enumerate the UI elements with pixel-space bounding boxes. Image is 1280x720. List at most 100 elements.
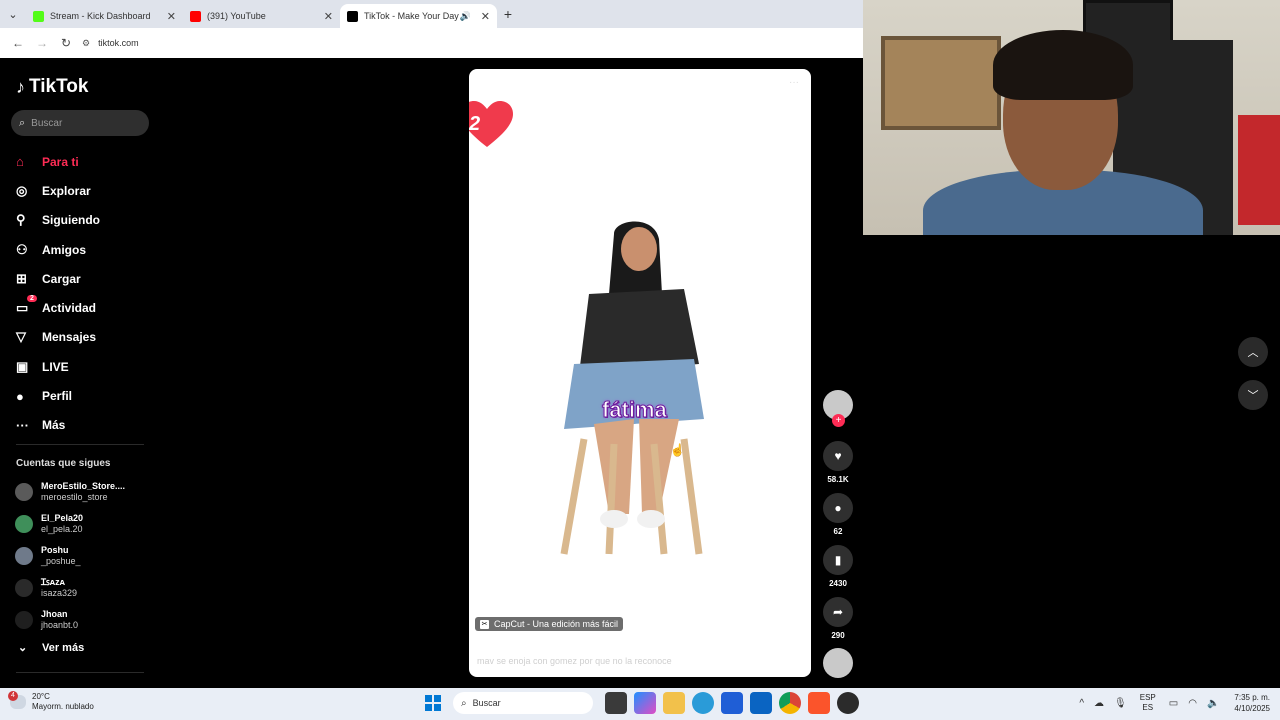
divider [16,672,144,673]
see-more-button[interactable]: ⌄ Ver más [18,641,85,655]
account-name: MeroEstilo_Store.... [41,481,126,491]
next-video-button[interactable]: ﹀ [1238,380,1268,410]
notification-badge: 4 [8,691,18,701]
list-item[interactable]: MeroEstilo_Store.... meroestilo_store [15,476,125,508]
volume-icon[interactable]: 🔈 [1207,698,1219,709]
forward-icon[interactable]: → [30,36,54,50]
creator-avatar-button[interactable]: + [822,390,854,427]
home-icon: ⌂ [16,154,24,170]
search-icon: ⌕ [461,697,467,709]
list-item[interactable]: Jhoan jhoanbt.0 [15,604,125,636]
list-item[interactable]: El_Pela20 el_pela.20 [15,508,125,540]
windows-start-icon[interactable] [425,695,441,711]
close-tab-icon[interactable]: ✕ [481,10,490,23]
nav-para-ti[interactable]: ⌂ Para ti [16,147,100,176]
nav-cargar[interactable]: ⊞ Cargar [16,264,100,293]
nav-label: Para ti [42,154,79,169]
account-name: El_Pela20 [41,513,84,523]
tiktok-note-icon: ♪ [16,76,25,97]
save-button[interactable]: ▮ 2430 [822,545,854,588]
chevron-down-icon: ﹀ [1247,390,1259,402]
tiktok-logo[interactable]: ♪ TikTok [16,76,88,98]
nav-mensajes[interactable]: ▽ Mensajes [16,323,100,352]
overlay-caption: fátima [602,397,668,423]
temperature: 20°C [32,692,50,701]
video-player[interactable]: 2 ··· fátima ✂ CapCut - Una edición más … [469,69,811,677]
back-icon[interactable]: ← [6,36,30,50]
save-count: 2430 [829,579,847,588]
url-text: tiktok.com [98,38,139,48]
nav-label: Explorar [42,183,91,198]
avatar [15,579,33,597]
close-tab-icon[interactable]: ✕ [167,10,176,23]
nav-amigos[interactable]: ⚇ Amigos [16,235,100,264]
nav-live[interactable]: ▣ LIVE [16,352,100,381]
nav-actividad[interactable]: ▭ 2 Actividad [16,293,100,322]
like-button[interactable]: ♥ 58.1K [822,441,854,484]
capcut-icon: ✂ [480,619,489,629]
display-icon[interactable]: ▭ [1169,698,1178,709]
music-disc-button[interactable] [822,648,854,678]
wifi-icon[interactable]: ◠ [1188,698,1197,709]
tiktok-favicon-icon [347,10,358,22]
chrome-icon[interactable] [778,692,801,714]
comment-button[interactable]: ● 62 [822,493,854,536]
store-icon[interactable] [720,692,743,714]
account-name: Poshu [41,545,69,555]
outlook-icon[interactable] [749,692,772,714]
tab-tiktok[interactable]: TikTok - Make Your Day 🔊 ✕ [340,4,497,28]
search-icon: ⌕ [19,116,26,129]
previous-video-button[interactable]: ︿ [1238,337,1268,367]
account-name: Jhoan [41,609,68,619]
nav-perfil[interactable]: ● Perfil [16,381,100,410]
url-field[interactable]: ⚙ tiktok.com [82,38,139,49]
heart-icon: ♥ [823,441,853,471]
reload-icon[interactable]: ↻ [54,36,78,50]
address-bar: ← → ↻ ⚙ tiktok.com [0,28,863,58]
file-explorer-icon[interactable] [662,692,685,714]
follow-plus-icon[interactable]: + [832,414,845,427]
new-tab-button[interactable]: + [497,6,519,22]
search-input[interactable]: ⌕ Buscar [11,110,149,136]
share-button[interactable]: ➦ 290 [822,597,854,640]
taskbar-search-input[interactable]: ⌕ Buscar [453,692,593,714]
site-info-icon[interactable]: ⚙ [82,38,90,49]
copilot-icon[interactable] [633,692,656,714]
account-handle: isaza329 [41,588,78,598]
corkboard [881,36,1001,130]
chevron-down-icon: ⌄ [18,642,28,654]
nav-mas[interactable]: ··· Más [16,411,100,440]
tiktok-sidebar: ♪ TikTok ⌕ Buscar ⌂ Para ti ◎ Explorar ⚲ Si… [0,58,160,688]
list-item[interactable]: Poshu _poshue_ [15,540,125,572]
edge-icon[interactable] [691,692,714,714]
app-icon[interactable] [836,692,859,714]
clock[interactable]: 7:35 p. m. 4/10/2025 [1234,692,1270,714]
nav-label: Mensajes [42,330,97,345]
language-indicator[interactable]: ESP ES [1140,693,1156,713]
chevron-up-icon[interactable]: ^ [1079,698,1084,709]
network-app-icon[interactable]: ☁ [1094,698,1104,709]
tab-title: (391) YouTube [207,11,266,21]
tab-kick[interactable]: Stream - Kick Dashboard ✕ [26,4,183,28]
brave-icon[interactable] [807,692,830,714]
video-options-icon[interactable]: ··· [789,77,799,88]
nav-explorar[interactable]: ◎ Explorar [16,176,100,205]
microphone-icon[interactable]: 🎙 [1114,698,1127,709]
close-tab-icon[interactable]: ✕ [324,10,333,23]
live-icon: ▣ [16,358,29,374]
capcut-badge[interactable]: ✂ CapCut - Una edición más fácil [475,617,624,631]
see-more-label: Ver más [42,641,85,654]
nav-siguiendo[interactable]: ⚲ Siguiendo [16,206,100,235]
avatar: + [823,390,853,427]
tab-search-icon[interactable]: ⌄ [0,0,26,28]
weather-widget[interactable]: 4 20°C Mayorm. nublado [8,691,94,712]
like-count: 58.1K [827,475,849,484]
list-item[interactable]: Ɪꜱᴀᴢᴀ isaza329 [15,572,125,604]
share-count: 290 [831,631,845,640]
tab-youtube[interactable]: (391) YouTube ✕ [183,4,340,28]
comment-count: 62 [833,527,843,536]
task-view-icon[interactable] [604,692,627,714]
account-handle: el_pela.20 [41,524,83,534]
audio-playing-icon[interactable]: 🔊 [460,11,471,22]
avatar [15,611,33,629]
